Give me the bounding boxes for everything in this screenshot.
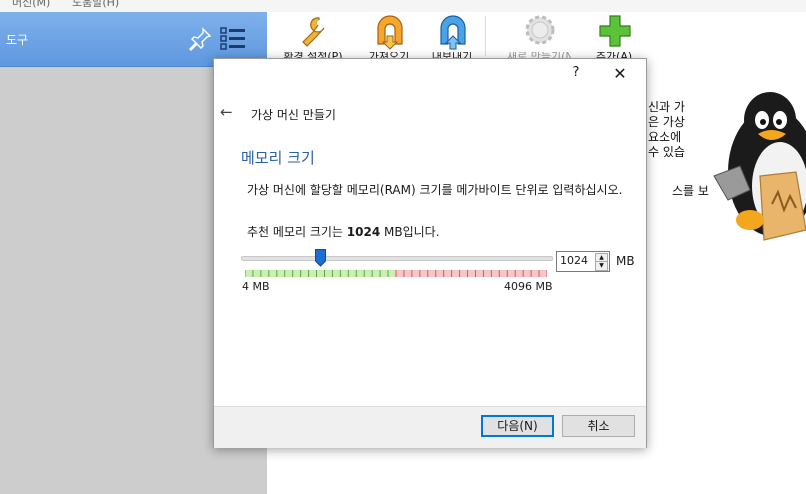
toolbar-separator	[485, 16, 486, 56]
wizard-title: 가상 머신 만들기	[251, 108, 336, 122]
recommend-suffix: MB입니다.	[380, 225, 440, 239]
welcome-line: 신과 가	[648, 100, 685, 114]
import-button[interactable]: 가져오기	[367, 14, 411, 62]
export-button[interactable]: 내보내기	[430, 14, 474, 62]
slider-handle[interactable]	[314, 249, 326, 267]
dialog-titlebar[interactable]: ? ✕	[214, 59, 646, 89]
slider-min-label: 4 MB	[242, 280, 270, 293]
recommend-value: 1024	[346, 225, 381, 239]
next-button[interactable]: 다음(N)	[481, 415, 554, 437]
cancel-button[interactable]: 취소	[562, 415, 635, 437]
list-menu-icon[interactable]	[220, 26, 246, 52]
back-arrow-icon[interactable]: ←	[220, 103, 238, 121]
help-button[interactable]: ?	[566, 65, 586, 83]
menubar: 머신(M) 도움말(H)	[0, 0, 806, 12]
welcome-text: 신과 가 은 가상 요소에 수 있습 스를 보	[648, 100, 709, 198]
export-icon	[440, 15, 466, 50]
welcome-line: 은 가상	[648, 115, 685, 129]
memory-slider[interactable]	[241, 246, 553, 278]
pin-icon[interactable]	[188, 27, 212, 51]
recommend-prefix: 추천 메모리 크기는	[247, 225, 347, 239]
tools-label: 도구	[6, 33, 29, 47]
add-button[interactable]: 추가(A)	[592, 14, 636, 62]
dialog-footer: 다음(N) 취소	[214, 406, 646, 448]
memory-spinbox[interactable]: 1024 ▲ ▼	[556, 251, 610, 272]
menu-help[interactable]: 도움말(H)	[72, 0, 119, 10]
plus-icon	[599, 15, 631, 47]
slider-tick-scale	[245, 270, 547, 277]
tux-mascot-icon	[713, 92, 806, 241]
new-gear-icon	[525, 15, 555, 45]
memory-unit-label: MB	[616, 254, 635, 268]
main-toolbar: 환경 설정(P) 가져오기 내보내기 새로 만들기(N) 추가(A)	[267, 12, 806, 62]
menu-machine[interactable]: 머신(M)	[12, 0, 50, 10]
import-icon	[377, 15, 403, 50]
slider-unsafe-range	[396, 270, 547, 277]
spin-down-arrow-icon[interactable]: ▼	[595, 261, 608, 271]
slider-safe-range	[245, 270, 396, 277]
memory-description: 가상 머신에 할당할 메모리(RAM) 크기를 메가바이트 단위로 입력하십시오…	[247, 183, 623, 197]
welcome-line: 요소에	[648, 130, 682, 144]
close-button[interactable]: ✕	[610, 64, 630, 84]
wrench-icon	[302, 17, 325, 47]
page-title: 메모리 크기	[241, 149, 315, 167]
memory-spinbox-value[interactable]: 1024	[560, 254, 588, 267]
create-vm-dialog: ? ✕ ← 가상 머신 만들기 메모리 크기 가상 머신에 할당할 메모리(RA…	[213, 58, 647, 448]
slider-max-label: 4096 MB	[504, 280, 553, 293]
new-button[interactable]: 새로 만들기(N)	[507, 14, 571, 62]
slider-groove	[241, 256, 553, 261]
welcome-line: 수 있습	[648, 145, 685, 159]
recommended-memory-text: 추천 메모리 크기는 1024 MB입니다.	[247, 223, 440, 240]
preferences-button[interactable]: 환경 설정(P)	[283, 14, 343, 62]
